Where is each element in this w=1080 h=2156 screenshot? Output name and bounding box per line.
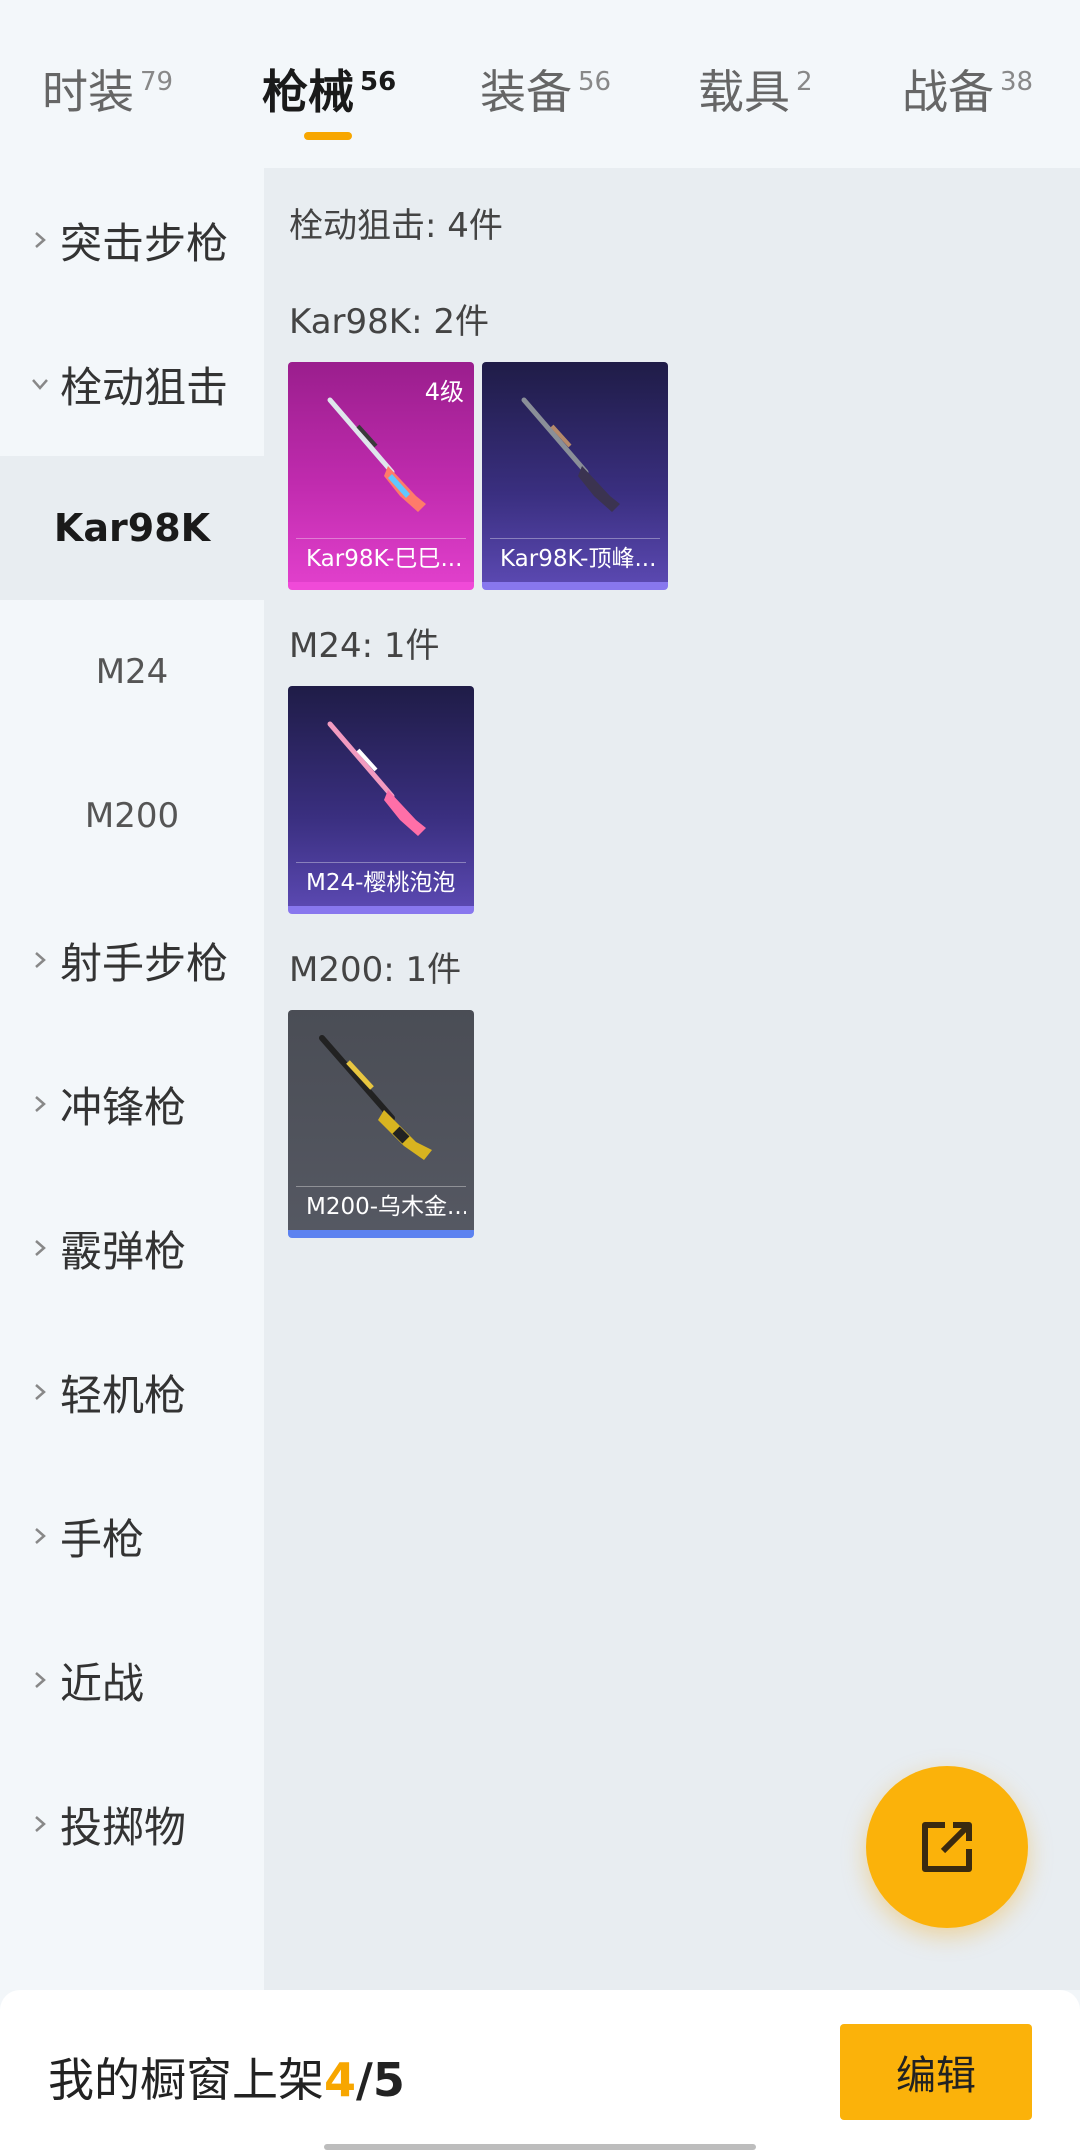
item-card[interactable]: M24-樱桃泡泡: [288, 686, 474, 914]
active-tab-indicator: [304, 132, 352, 140]
sidebar-item-throwable[interactable]: 投掷物: [0, 1752, 264, 1896]
tab-label: 载具: [698, 65, 790, 119]
sidebar-item-bolt-sniper[interactable]: 栓动狙击: [0, 312, 264, 456]
chevron-down-icon: [22, 374, 58, 394]
category-tabs: 时装 79 枪械 56 装备 56 载具 2 战备 38: [0, 0, 1080, 168]
tab-label: 枪械: [262, 65, 354, 119]
sidebar-subitem-m24[interactable]: M24: [0, 600, 264, 744]
tab-count: 2: [796, 67, 813, 97]
sidebar-subitem-m200[interactable]: M200: [0, 744, 264, 888]
chevron-right-icon: [22, 1670, 58, 1690]
group-heading-kar98k: Kar98K: 2件: [289, 302, 489, 342]
rarity-bar: [288, 582, 474, 590]
sidebar-item-label: 霰弹枪: [60, 1226, 187, 1276]
chevron-right-icon: [22, 1526, 58, 1546]
item-card[interactable]: 4级 Kar98K-巳巳...: [288, 362, 474, 590]
item-name: Kar98K-顶峰...: [490, 538, 660, 578]
sidebar-item-label: 轻机枪: [60, 1370, 187, 1420]
sidebar-item-label: 手枪: [60, 1514, 145, 1564]
tab-equipment[interactable]: 装备 56: [480, 62, 611, 122]
sidebar-item-label: 栓动狙击: [60, 362, 229, 412]
rarity-bar: [288, 1230, 474, 1238]
sidebar-item-lmg[interactable]: 轻机枪: [0, 1320, 264, 1464]
rarity-bar: [482, 582, 668, 590]
edit-button[interactable]: 编辑: [840, 2024, 1032, 2120]
share-button[interactable]: [866, 1766, 1028, 1928]
showcase-separator: /: [356, 2053, 373, 2107]
showcase-label: 我的橱窗上架: [48, 2053, 324, 2107]
tab-count: 56: [360, 67, 397, 97]
sidebar-item-smg[interactable]: 冲锋枪: [0, 1032, 264, 1176]
bottom-bar: 我的橱窗上架4/5 编辑: [0, 1990, 1080, 2156]
sidebar-item-melee[interactable]: 近战: [0, 1608, 264, 1752]
item-name: M24-樱桃泡泡: [296, 862, 466, 902]
tab-count: 56: [578, 67, 612, 97]
sidebar-item-label: 投掷物: [60, 1802, 187, 1852]
chevron-right-icon: [22, 1382, 58, 1402]
group-heading-m24: M24: 1件: [289, 626, 440, 666]
share-external-icon: [922, 1822, 972, 1872]
tab-label: 装备: [480, 65, 572, 119]
sidebar-item-shotgun[interactable]: 霰弹枪: [0, 1176, 264, 1320]
sidebar-item-label: 射手步枪: [60, 938, 229, 988]
tab-count: 79: [140, 67, 174, 97]
item-level-badge: 4级: [424, 378, 464, 406]
showcase-status: 我的橱窗上架4/5: [48, 2044, 405, 2110]
showcase-current-count: 4: [324, 2053, 357, 2107]
tab-label: 战备: [902, 65, 994, 119]
sidebar-item-label: 突击步枪: [60, 218, 229, 268]
item-list-panel: 栓动狙击: 4件 Kar98K: 2件 4级 Kar98K-巳巳... Kar9…: [264, 168, 1080, 1990]
showcase-total-count: 5: [372, 2053, 405, 2107]
tab-vehicles[interactable]: 载具 2: [698, 62, 813, 122]
sidebar-item-label: 近战: [60, 1658, 145, 1708]
category-heading: 栓动狙击: 4件: [289, 206, 503, 246]
chevron-right-icon: [22, 1238, 58, 1258]
sidebar-item-marksman-rifle[interactable]: 射手步枪: [0, 888, 264, 1032]
sidebar-subitem-kar98k[interactable]: Kar98K: [0, 456, 264, 600]
tab-label: 时装: [42, 65, 134, 119]
tab-firearms[interactable]: 枪械 56: [262, 62, 396, 122]
home-indicator[interactable]: [324, 2144, 756, 2150]
group-heading-m200: M200: 1件: [289, 950, 462, 990]
rarity-bar: [288, 906, 474, 914]
weapon-category-sidebar: 突击步枪 栓动狙击 Kar98K M24 M200 射手步枪 冲锋枪 霰弹枪 轻…: [0, 168, 264, 1990]
tab-count: 38: [1000, 67, 1034, 97]
rifle-icon: [521, 397, 620, 512]
sidebar-item-assault-rifle[interactable]: 突击步枪: [0, 168, 264, 312]
tab-fashion[interactable]: 时装 79: [42, 62, 173, 122]
chevron-right-icon: [22, 230, 58, 250]
chevron-right-icon: [22, 1094, 58, 1114]
rifle-icon: [327, 721, 426, 836]
item-name: M200-乌木金...: [296, 1186, 466, 1226]
tab-supplies[interactable]: 战备 38: [902, 62, 1033, 122]
item-card[interactable]: Kar98K-顶峰...: [482, 362, 668, 590]
chevron-right-icon: [22, 950, 58, 970]
rifle-icon: [319, 1035, 432, 1160]
item-name: Kar98K-巳巳...: [296, 538, 466, 578]
sidebar-item-label: 冲锋枪: [60, 1082, 187, 1132]
item-card[interactable]: M200-乌木金...: [288, 1010, 474, 1238]
chevron-right-icon: [22, 1814, 58, 1834]
sidebar-item-pistol[interactable]: 手枪: [0, 1464, 264, 1608]
